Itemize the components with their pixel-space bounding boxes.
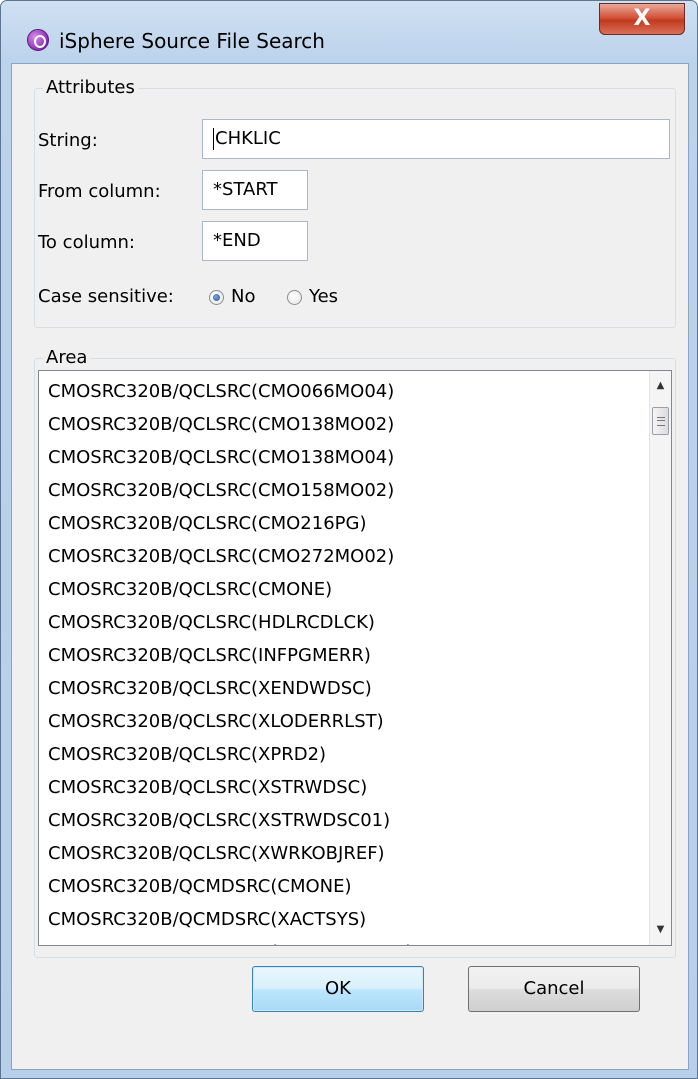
- case-sensitive-yes-radio[interactable]: [287, 290, 302, 305]
- cancel-button[interactable]: Cancel: [468, 966, 640, 1012]
- from-column-label: From column:: [38, 181, 161, 202]
- string-label: String:: [38, 130, 98, 151]
- vertical-scrollbar[interactable]: ▲ ▼: [649, 371, 671, 945]
- scroll-up-icon[interactable]: ▲: [650, 375, 671, 397]
- list-item[interactable]: CMOSRC320B/QCLSRC(XPRD2): [39, 738, 649, 771]
- list-item[interactable]: CMOSRC320B/QCLSRC(CMO138MO04): [39, 441, 649, 474]
- list-item[interactable]: CMOSRC320B/QCMDSRC(CMONE): [39, 870, 649, 903]
- case-sensitive-no-radio[interactable]: [209, 290, 224, 305]
- list-item[interactable]: CMOSRC320B/QCLSRC(CMO216PG): [39, 507, 649, 540]
- close-icon: X: [633, 6, 651, 31]
- list-item[interactable]: CMOSRC320B/QCLSRC(CMO138MO02): [39, 408, 649, 441]
- ok-button[interactable]: OK: [252, 966, 424, 1012]
- area-list: CMOSRC320B/QCLSRC(CMO066MO04) CMOSRC320B…: [39, 375, 649, 945]
- area-legend: Area: [43, 347, 91, 368]
- list-item[interactable]: CMOSRC320B/QCLSRC(CMO158MO02): [39, 474, 649, 507]
- list-item[interactable]: CMOSRC320B/QCLSRC(XENDWDSC): [39, 672, 649, 705]
- list-item[interactable]: CMOSRC320B/QCLSRC(XWRKOBJREF): [39, 837, 649, 870]
- string-input[interactable]: CHKLIC: [202, 119, 670, 159]
- list-item[interactable]: CMOSRC320B/QCLSRC(CMO066MO04): [39, 375, 649, 408]
- to-column-value: *END: [213, 230, 261, 251]
- area-listbox[interactable]: CMOSRC320B/QCLSRC(CMO066MO04) CMOSRC320B…: [38, 370, 672, 946]
- string-input-value: CHKLIC: [215, 128, 281, 149]
- list-item[interactable]: CMOSRC320B/QCMDSRC(XADDFRMDCT): [39, 936, 649, 945]
- list-item[interactable]: CMOSRC320B/QCMDSRC(XACTSYS): [39, 903, 649, 936]
- scroll-down-icon[interactable]: ▼: [650, 919, 671, 941]
- isphere-app-icon: [27, 29, 49, 51]
- from-column-input[interactable]: *START: [202, 170, 308, 210]
- case-sensitive-label: Case sensitive:: [38, 286, 174, 307]
- scroll-thumb[interactable]: [652, 407, 669, 435]
- case-sensitive-yes-label[interactable]: Yes: [309, 286, 338, 307]
- to-column-input[interactable]: *END: [202, 221, 308, 261]
- to-column-label: To column:: [38, 232, 135, 253]
- list-item[interactable]: CMOSRC320B/QCLSRC(CMONE): [39, 573, 649, 606]
- dialog-window: iSphere Source File Search X Attributes …: [0, 0, 698, 1079]
- list-item[interactable]: CMOSRC320B/QCLSRC(XSTRWDSC): [39, 771, 649, 804]
- list-item[interactable]: CMOSRC320B/QCLSRC(HDLRCDLCK): [39, 606, 649, 639]
- text-caret: [213, 128, 214, 150]
- list-item[interactable]: CMOSRC320B/QCLSRC(INFPGMERR): [39, 639, 649, 672]
- list-item[interactable]: CMOSRC320B/QCLSRC(XSTRWDSC01): [39, 804, 649, 837]
- case-sensitive-no-label[interactable]: No: [231, 286, 255, 307]
- dialog-client-area: Attributes String: CHKLIC From column: *…: [11, 63, 689, 1070]
- window-title: iSphere Source File Search: [59, 29, 325, 53]
- attributes-legend: Attributes: [43, 77, 138, 98]
- close-button[interactable]: X: [599, 3, 685, 35]
- list-item[interactable]: CMOSRC320B/QCLSRC(XLODERRLST): [39, 705, 649, 738]
- from-column-value: *START: [213, 179, 278, 200]
- list-item[interactable]: CMOSRC320B/QCLSRC(CMO272MO02): [39, 540, 649, 573]
